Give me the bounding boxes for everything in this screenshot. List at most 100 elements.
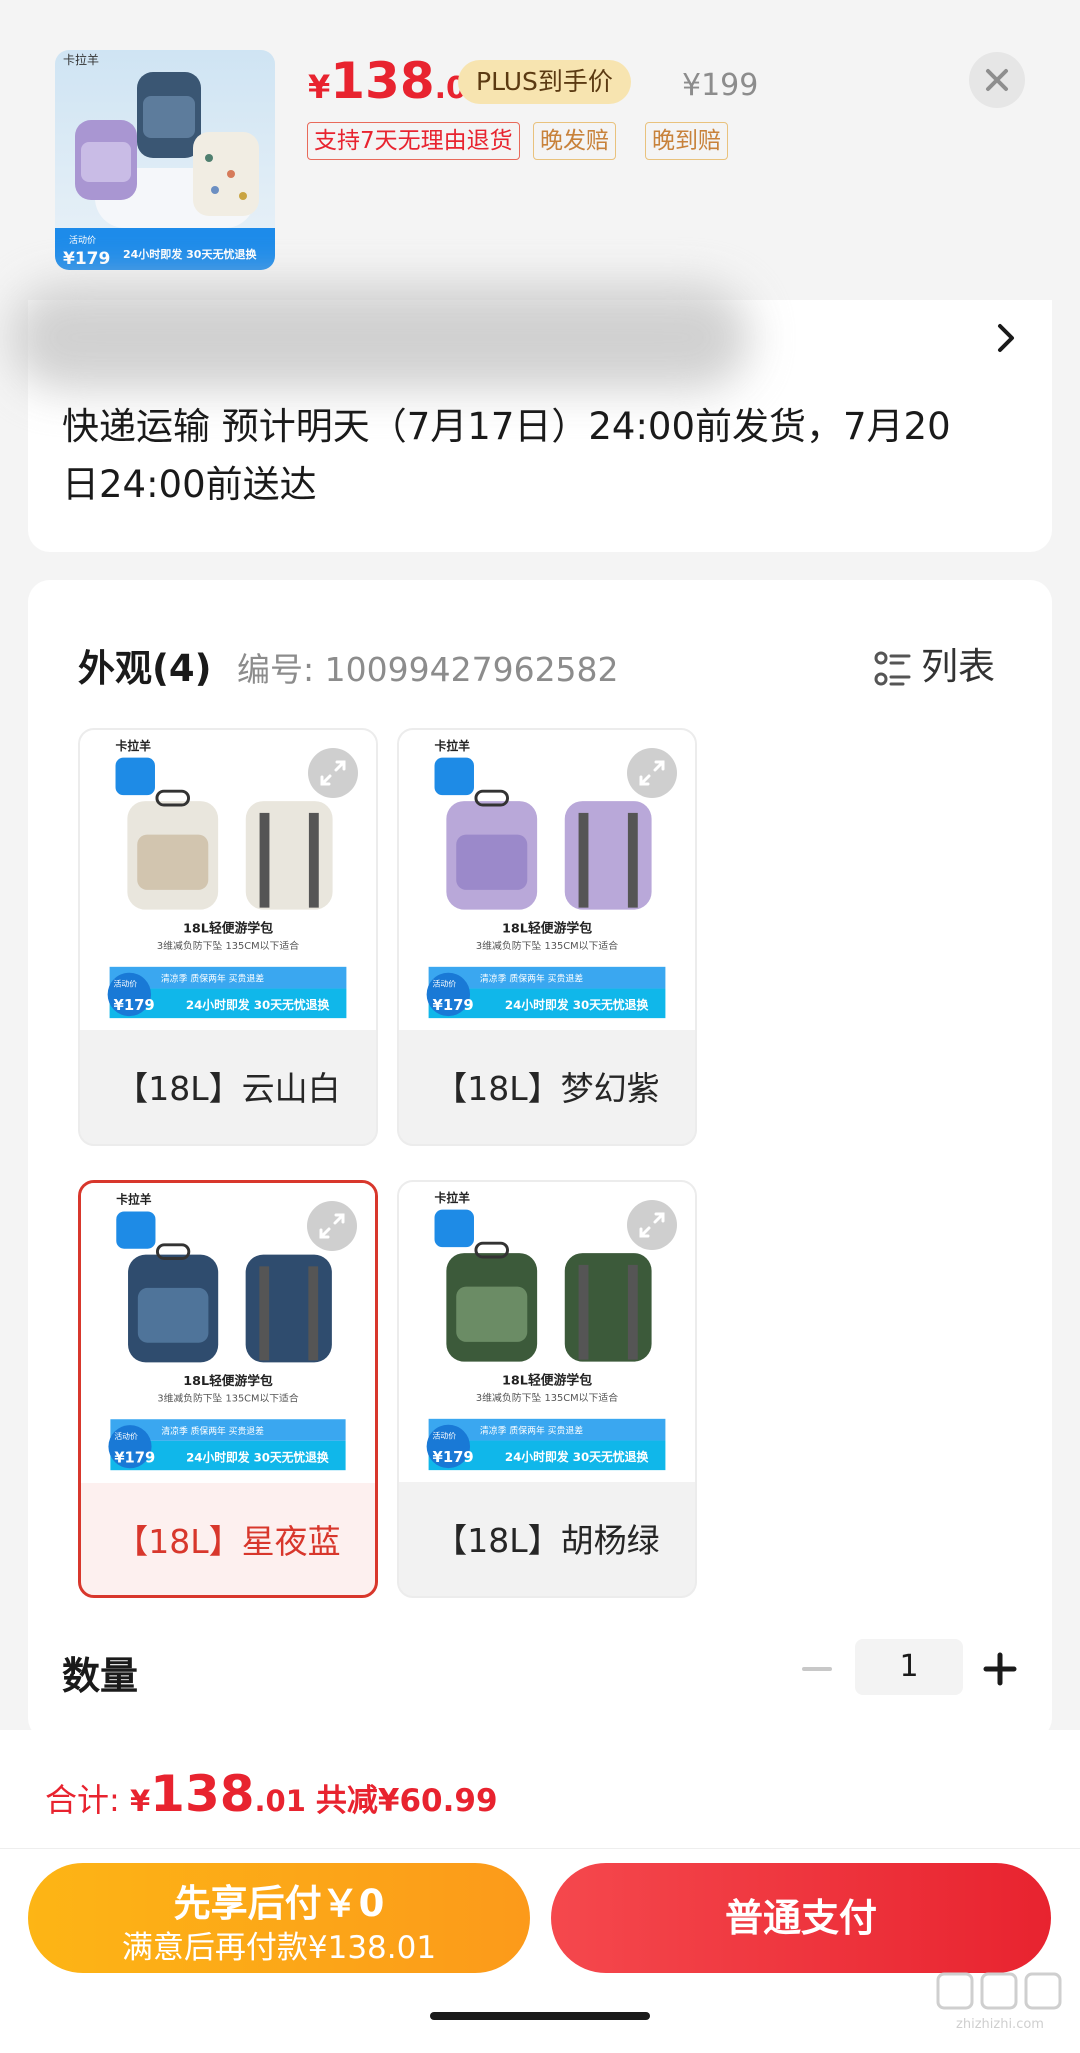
bag-pocket — [456, 834, 528, 890]
card-subtitle: 3维减负防下坠 135CM以下适合 — [157, 1392, 299, 1405]
expand-icon[interactable] — [627, 1200, 677, 1250]
quantity-label: 数量 — [62, 1654, 139, 1698]
strap-left — [259, 1266, 270, 1361]
bag-back — [564, 1253, 652, 1362]
card-brand: 卡拉羊 — [116, 739, 152, 753]
promo-tags: 清凉季 质保两年 买贵退差 — [480, 1425, 583, 1437]
standard-pay-button[interactable]: 普通支付 — [551, 1863, 1051, 1973]
card-activity-label: 活动价 — [433, 1431, 457, 1441]
list-view-toggle[interactable]: 列表 — [873, 636, 995, 688]
expand-icon[interactable] — [308, 748, 358, 798]
total-savings: 共减¥60.99 — [315, 1783, 498, 1819]
late-arrival-compensation-tag: 晚到赔 — [645, 122, 728, 160]
option-label: 【18L】梦幻紫 — [434, 1069, 660, 1108]
address-redacted — [10, 285, 750, 390]
watermark-logo: zhizhizhi.com — [930, 1970, 1070, 2035]
card-promo: 24小时即发 30天无忧退换 — [186, 998, 330, 1012]
bag-pocket — [137, 1287, 209, 1343]
expand-icon[interactable] — [627, 748, 677, 798]
card-brand: 卡拉羊 — [435, 1191, 471, 1205]
badge-3d — [434, 1209, 474, 1248]
original-price: ¥199 — [682, 68, 759, 103]
card-product: 18L轻便游学包 — [183, 920, 273, 936]
promo-tags: 清凉季 质保两年 买贵退差 — [480, 973, 583, 985]
quantity-input[interactable]: 1 — [855, 1639, 963, 1695]
card-promo: 24小时即发 30天无忧退换 — [505, 1450, 649, 1464]
strap-right — [308, 812, 319, 908]
bag-pocket — [456, 1286, 528, 1342]
list-toggle-label: 列表 — [921, 645, 995, 688]
option-card-poplar-green[interactable]: 卡拉羊 18L轻便游学包 3维减负防下坠 135CM以下适合清凉季 质保两年 买贵退… — [397, 1180, 697, 1598]
option-card-starry-blue[interactable]: 卡拉羊 18L轻便游学包 3维减负防下坠 135CM以下适合清凉季 质保两年 买贵退… — [78, 1180, 378, 1598]
bnpl-title: 先享后付￥0 — [173, 1882, 385, 1925]
card-subtitle: 3维减负防下坠 135CM以下适合 — [476, 939, 618, 952]
bag-pocket — [137, 834, 209, 890]
spec-title: 外观(4) — [78, 647, 212, 690]
total-decimal: .01 — [254, 1784, 306, 1818]
expand-icon[interactable] — [307, 1201, 357, 1251]
return-policy-tag: 支持7天无理由退货 — [307, 122, 520, 160]
strap-left — [578, 812, 589, 908]
buy-now-pay-later-button[interactable]: 先享后付￥0 满意后再付款¥138.01 — [28, 1863, 530, 1973]
price-currency: ¥ — [308, 68, 331, 106]
quantity-decrease-button[interactable] — [800, 1646, 834, 1692]
list-icon — [874, 651, 911, 685]
strap-left — [578, 1264, 589, 1360]
option-label: 【18L】星夜蓝 — [115, 1522, 341, 1561]
plus-price-badge: PLUS到手价 — [458, 60, 631, 104]
shipping-estimate: 快递运输 预计明天（7月17日）24:00前发货，7月20日24:00前送达 — [62, 405, 951, 506]
thumb-brand: 卡拉羊 — [63, 52, 99, 67]
card-product: 18L轻便游学包 — [502, 920, 592, 936]
card-activity-price: ¥179 — [114, 997, 155, 1014]
option-label: 【18L】云山白 — [115, 1069, 341, 1108]
bag-back — [564, 801, 652, 910]
strap-left — [259, 812, 270, 908]
option-label: 【18L】胡杨绿 — [434, 1521, 660, 1560]
card-subtitle: 3维减负防下坠 135CM以下适合 — [476, 1391, 618, 1404]
home-indicator[interactable] — [430, 2012, 650, 2020]
strap-right — [627, 1264, 638, 1360]
option-card-dream-purple[interactable]: 卡拉羊 18L轻便游学包 3维减负防下坠 135CM以下适合清凉季 质保两年 买贵退… — [397, 728, 697, 1146]
card-brand: 卡拉羊 — [435, 739, 471, 753]
thumb-activity-label: 活动价 — [69, 234, 96, 246]
close-button[interactable] — [969, 52, 1025, 108]
promo-tags: 清凉季 质保两年 买贵退差 — [161, 973, 264, 985]
card-activity-price: ¥179 — [114, 1449, 155, 1466]
quantity-increase-button[interactable] — [980, 1646, 1020, 1692]
strap-right — [627, 812, 638, 908]
minus-icon — [802, 1667, 832, 1671]
bag-back — [245, 801, 333, 910]
total-currency: ¥ — [129, 1784, 151, 1818]
card-activity-price: ¥179 — [433, 1449, 474, 1466]
card-promo: 24小时即发 30天无忧退换 — [186, 1450, 329, 1464]
card-activity-price: ¥179 — [433, 997, 474, 1014]
option-card-cloud-white[interactable]: 卡拉羊 18L轻便游学包 3维减负防下坠 135CM以下适合清凉季 质保两年 买贵退… — [78, 728, 378, 1146]
badge-3d — [115, 757, 155, 796]
badge-3d — [434, 757, 474, 796]
total-label: 合计: — [45, 1781, 130, 1819]
bag-back — [245, 1254, 332, 1363]
price-integer: 138 — [330, 52, 435, 110]
thumb-activity-price: ¥179 — [63, 249, 110, 269]
card-brand: 卡拉羊 — [116, 1193, 151, 1207]
bnpl-subtitle: 满意后再付款¥138.01 — [121, 1930, 437, 1966]
card-subtitle: 3维减负防下坠 135CM以下适合 — [157, 939, 299, 952]
total-integer: 138 — [150, 1765, 255, 1823]
close-icon — [986, 69, 1008, 91]
product-code: 编号: 10099427962582 — [237, 650, 619, 689]
promo-tags: 清凉季 质保两年 买贵退差 — [161, 1425, 264, 1437]
card-product: 18L轻便游学包 — [183, 1373, 273, 1389]
card-activity-label: 活动价 — [114, 979, 138, 989]
chevron-right-icon[interactable] — [993, 318, 1019, 358]
card-promo: 24小时即发 30天无忧退换 — [505, 998, 649, 1012]
late-ship-compensation-tag: 晚发赔 — [533, 122, 616, 160]
badge-3d — [116, 1211, 156, 1249]
total-summary: 合计: ¥138.01 共减¥60.99 — [45, 1765, 498, 1823]
svg-text:zhizhizhi.com: zhizhizhi.com — [956, 2017, 1044, 2032]
card-product: 18L轻便游学包 — [502, 1372, 592, 1388]
plus-icon — [983, 1652, 1017, 1686]
card-activity-label: 活动价 — [114, 1431, 138, 1441]
strap-right — [308, 1266, 319, 1361]
product-thumbnail[interactable]: 卡拉羊 活动价 ¥179 24小时即发 30天无忧退换 — [55, 50, 275, 270]
footer-divider — [0, 1848, 1080, 1849]
